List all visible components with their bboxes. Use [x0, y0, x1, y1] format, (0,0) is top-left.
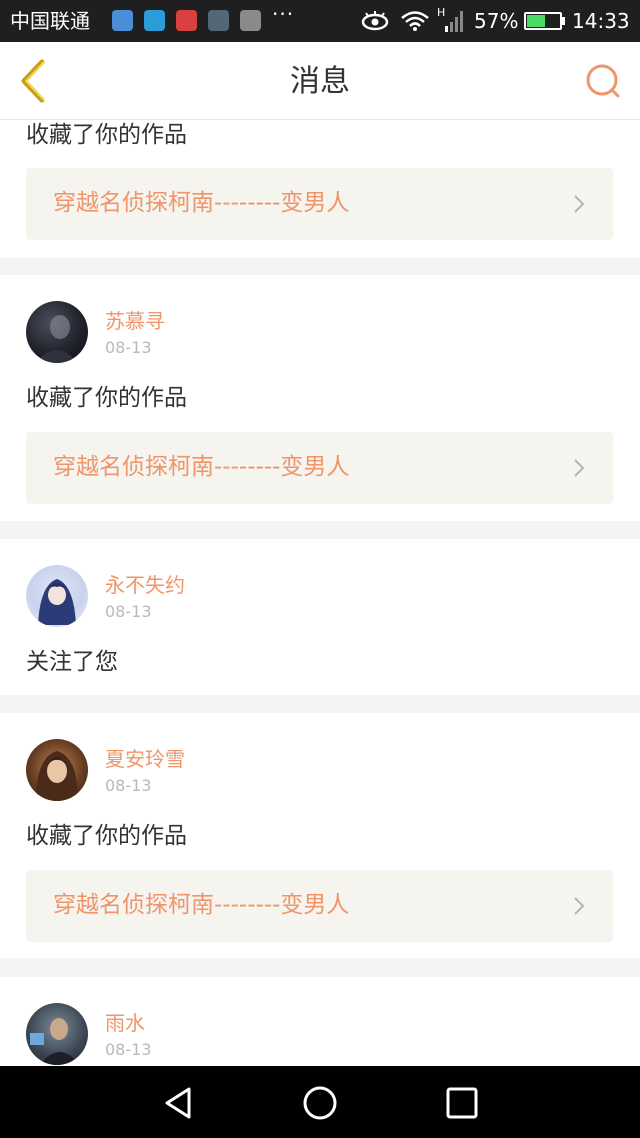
status-bar: 中国联通 ··· H 57% 14:33 — [0, 0, 640, 42]
gallery-app-icon — [208, 10, 229, 31]
message-action: 关注了您 — [26, 649, 118, 675]
message-date: 08-13 — [105, 602, 152, 621]
message-action: 收藏了你的作品 — [26, 385, 187, 411]
battery-percent: 57% — [474, 9, 519, 33]
avatar[interactable] — [26, 301, 88, 363]
system-nav-bar — [0, 1066, 640, 1138]
chevron-right-icon — [574, 459, 585, 477]
message-app-icon — [176, 10, 197, 31]
work-title: 穿越名侦探柯南--------变男人 — [53, 454, 350, 480]
eye-comfort-icon — [361, 11, 389, 31]
more-notifications-icon: ··· — [272, 2, 295, 26]
work-link[interactable]: 穿越名侦探柯南--------变男人 — [26, 168, 613, 240]
avatar-portrait — [36, 315, 78, 363]
user-name[interactable]: 夏安玲雪 — [105, 746, 185, 772]
chevron-right-icon — [574, 897, 585, 915]
avatar[interactable] — [26, 565, 88, 627]
battery-level-fill — [527, 15, 545, 27]
avatar-portrait — [38, 579, 76, 625]
avatar-portrait — [30, 1018, 80, 1065]
message-item: 雨水 08-13 — [0, 977, 640, 1066]
page-title: 消息 — [290, 64, 350, 99]
circle-home-icon[interactable] — [302, 1085, 338, 1121]
avatar[interactable] — [26, 739, 88, 801]
work-title: 穿越名侦探柯南--------变男人 — [53, 892, 350, 918]
signal-icon: H — [437, 6, 463, 32]
battery-tip — [562, 17, 565, 25]
message-item: 永不失约 08-13 关注了您 — [0, 539, 640, 695]
triangle-back-icon[interactable] — [161, 1086, 195, 1120]
message-item: 夏安玲雪 08-13 收藏了你的作品 穿越名侦探柯南--------变男人 — [0, 713, 640, 958]
work-title: 穿越名侦探柯南--------变男人 — [53, 190, 350, 216]
clock: 14:33 — [572, 9, 630, 33]
wifi-icon — [401, 11, 429, 31]
work-link[interactable]: 穿越名侦探柯南--------变男人 — [26, 432, 613, 504]
work-link[interactable]: 穿越名侦探柯南--------变男人 — [26, 870, 613, 942]
message-date: 08-13 — [105, 1040, 152, 1059]
message-date: 08-13 — [105, 338, 152, 357]
avatar-portrait — [36, 751, 78, 801]
carrier-name: 中国联通 — [10, 9, 90, 33]
message-list: 收藏了你的作品 穿越名侦探柯南--------变男人 苏慕寻 08-13 收藏了… — [0, 120, 640, 1066]
signal-type-label: H — [437, 6, 445, 19]
square-recents-icon[interactable] — [445, 1086, 479, 1120]
message-action: 收藏了你的作品 — [26, 823, 187, 849]
avatar[interactable] — [26, 1003, 88, 1065]
message-date: 08-13 — [105, 776, 152, 795]
app-notification-icon — [112, 10, 133, 31]
user-name[interactable]: 永不失约 — [105, 572, 185, 598]
search-icon[interactable] — [584, 62, 624, 102]
header-bar: 消息 — [0, 42, 640, 120]
message-action: 收藏了你的作品 — [26, 122, 187, 148]
user-name[interactable]: 苏慕寻 — [105, 308, 165, 334]
message-item: 收藏了你的作品 穿越名侦探柯南--------变男人 — [0, 120, 640, 258]
location-app-icon — [144, 10, 165, 31]
chevron-right-icon — [574, 195, 585, 213]
user-name[interactable]: 雨水 — [105, 1010, 145, 1036]
image-app-icon — [240, 10, 261, 31]
battery-icon — [524, 12, 562, 30]
message-item: 苏慕寻 08-13 收藏了你的作品 穿越名侦探柯南--------变男人 — [0, 275, 640, 521]
